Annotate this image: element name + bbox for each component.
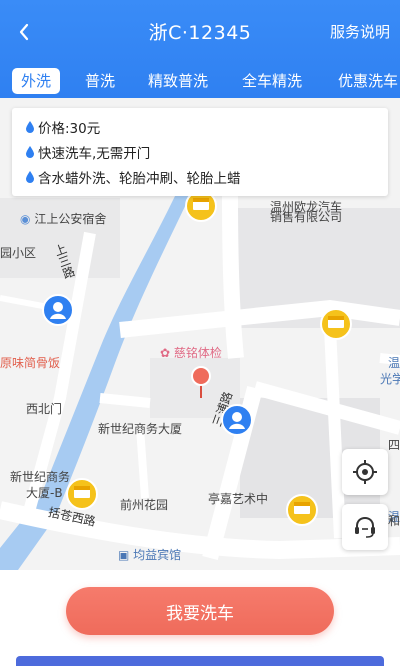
info-includes-row: 含水蜡外洗、轮胎冲刷、轮胎上蜡	[26, 164, 388, 189]
bottom-banner-edge	[16, 656, 384, 666]
tab-discount-wash[interactable]: 优惠洗车	[330, 68, 400, 94]
headset-icon	[355, 516, 375, 538]
service-tabs: 外洗 普洗 精致普洗 全车精洗 优惠洗车	[0, 64, 400, 96]
locate-button[interactable]	[342, 449, 388, 495]
service-info-card: 价格:30元 快速洗车,无需开门 含水蜡外洗、轮胎冲刷、轮胎上蜡	[12, 108, 388, 196]
map-label-guangxue: 光学	[380, 372, 400, 386]
crosshair-icon	[353, 460, 377, 484]
map-label-ciming: ✿ 慈铭体检	[160, 346, 222, 360]
map-label-tingjia: 亭嘉艺术中	[208, 492, 269, 506]
map-label-si: 四	[388, 438, 400, 452]
map-label-wen: 温	[388, 356, 400, 370]
tab-full-detail-wash[interactable]: 全车精洗	[234, 68, 310, 94]
customer-service-button[interactable]	[342, 504, 388, 550]
map-label-he: 和	[388, 514, 400, 528]
water-drop-icon	[26, 120, 34, 133]
info-price: 价格:30元	[38, 120, 101, 137]
tab-exterior-wash[interactable]: 外洗	[12, 68, 60, 94]
water-drop-icon	[26, 145, 34, 158]
info-feature-row: 快速洗车,无需开门	[26, 139, 388, 164]
map-label-junyi: ▣ 均益宾馆	[118, 548, 182, 562]
water-drop-icon	[26, 170, 34, 183]
info-includes: 含水蜡外洗、轮胎冲刷、轮胎上蜡	[38, 170, 241, 187]
map-label-jiangshang: ◉ 江上公安宿舍	[20, 212, 107, 226]
service-description-link[interactable]: 服务说明	[330, 21, 390, 42]
map-label-xiaoqu: 园小区	[0, 246, 37, 260]
map-label-xinshiji2b: 大厦-B	[26, 486, 63, 500]
map-label-xinshiji2a: 新世纪商务	[10, 470, 71, 484]
map-label-auto-sales2: 销售有限公司	[270, 210, 343, 224]
map-label-qianzhou: 前州花园	[120, 498, 169, 512]
bottom-panel: 我要洗车	[0, 570, 400, 666]
map-label-xibeimen: 西北门	[26, 402, 63, 416]
tab-standard-wash[interactable]: 普洗	[76, 68, 124, 94]
map-label-xinshiji: 新世纪商务大厦	[98, 422, 183, 436]
request-wash-button[interactable]: 我要洗车	[66, 587, 334, 635]
info-feature: 快速洗车,无需开门	[38, 145, 151, 162]
tab-fine-standard-wash[interactable]: 精致普洗	[140, 68, 216, 94]
map-label-noodle: 原味简骨饭	[0, 356, 61, 370]
info-price-row: 价格:30元	[26, 114, 388, 139]
header-bar: 浙C·12345 服务说明 外洗 普洗 精致普洗 全车精洗 优惠洗车	[0, 0, 400, 98]
